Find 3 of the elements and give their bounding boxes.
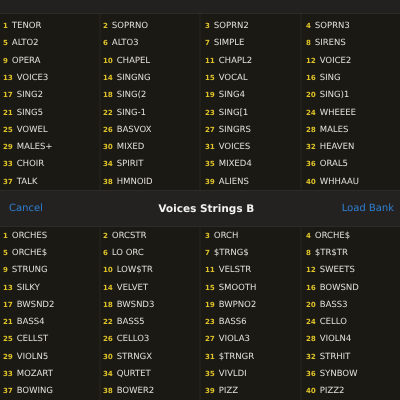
load-bank-button[interactable]: Load Bank [342,203,394,214]
cancel-button[interactable]: Cancel [9,203,43,214]
bank-title: Voices Strings B [158,202,254,215]
